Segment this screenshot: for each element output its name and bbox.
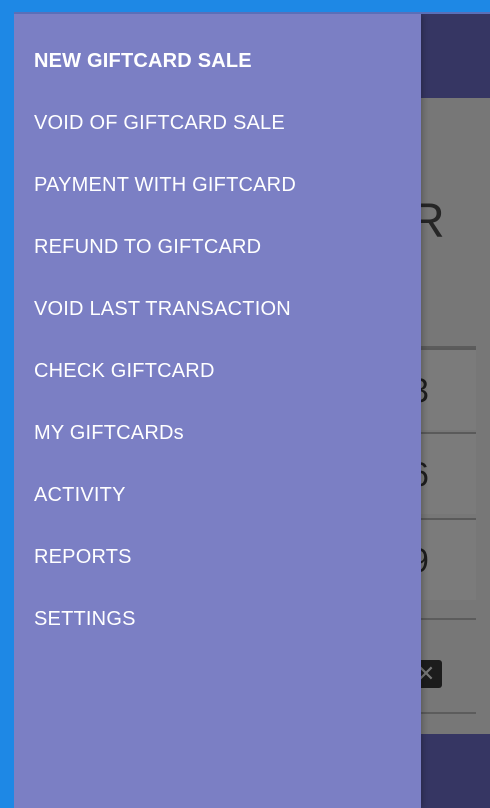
menu-item-my-giftcards[interactable]: MY GIFTCARDs <box>34 422 184 445</box>
navigation-drawer: NEW GIFTCARD SALE VOID OF GIFTCARD SALE … <box>14 14 421 808</box>
status-bar-divider <box>14 12 490 14</box>
menu-item-void-of-giftcard-sale[interactable]: VOID OF GIFTCARD SALE <box>34 112 285 135</box>
menu-item-settings[interactable]: SETTINGS <box>34 608 136 631</box>
menu-item-payment-with-giftcard[interactable]: PAYMENT WITH GIFTCARD <box>34 174 296 197</box>
menu-item-check-giftcard[interactable]: CHECK GIFTCARD <box>34 360 215 383</box>
menu-item-refund-to-giftcard[interactable]: REFUND TO GIFTCARD <box>34 236 261 259</box>
screen: R 3 6 9 ✕ NEW GIFTCARD SALE VOID OF GIFT… <box>0 0 490 808</box>
menu-item-new-giftcard-sale[interactable]: NEW GIFTCARD SALE <box>34 50 252 73</box>
status-bar <box>0 0 490 14</box>
menu-item-void-last-transaction[interactable]: VOID LAST TRANSACTION <box>34 298 291 321</box>
menu-item-reports[interactable]: REPORTS <box>34 546 132 569</box>
menu-item-activity[interactable]: ACTIVITY <box>34 484 126 507</box>
window-left-edge <box>0 0 14 808</box>
